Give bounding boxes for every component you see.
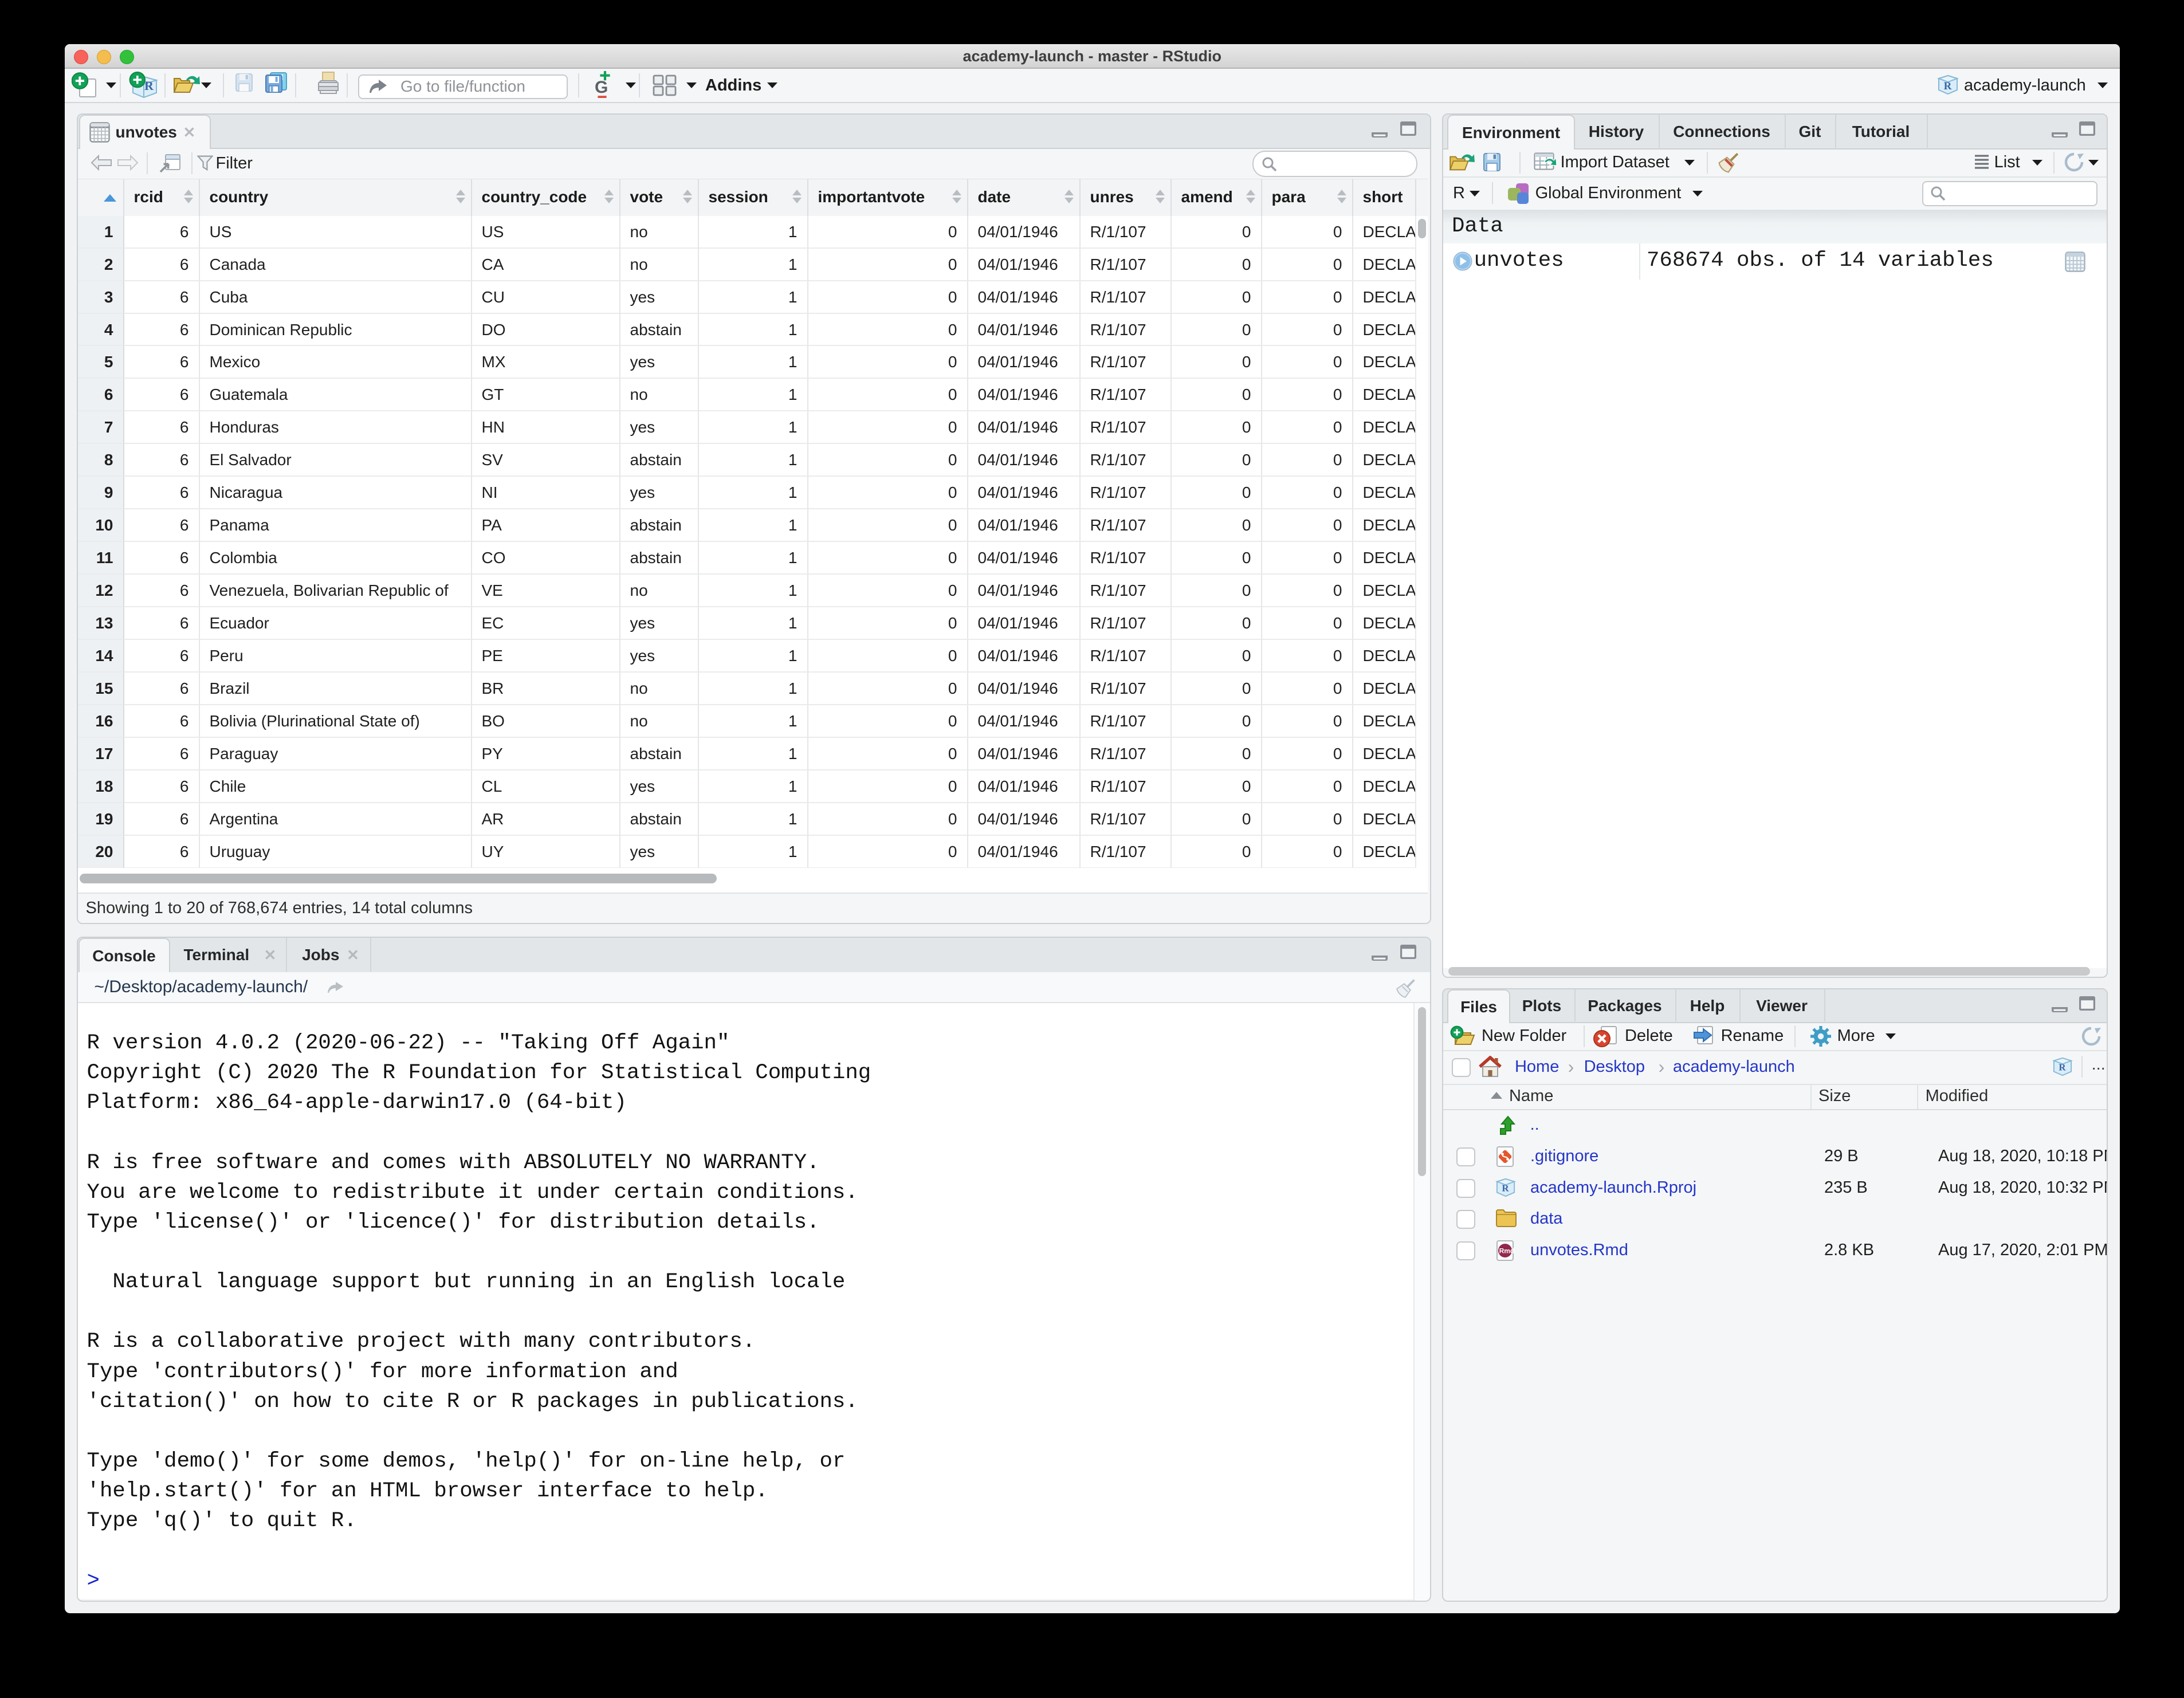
svg-text:R: R: [1944, 80, 1952, 92]
svg-text:G: G: [595, 78, 608, 97]
svg-text:R: R: [1502, 1182, 1509, 1193]
svg-text:R: R: [2059, 1062, 2066, 1073]
svg-text:Rmd: Rmd: [1499, 1247, 1515, 1255]
svg-text:R: R: [144, 78, 154, 93]
